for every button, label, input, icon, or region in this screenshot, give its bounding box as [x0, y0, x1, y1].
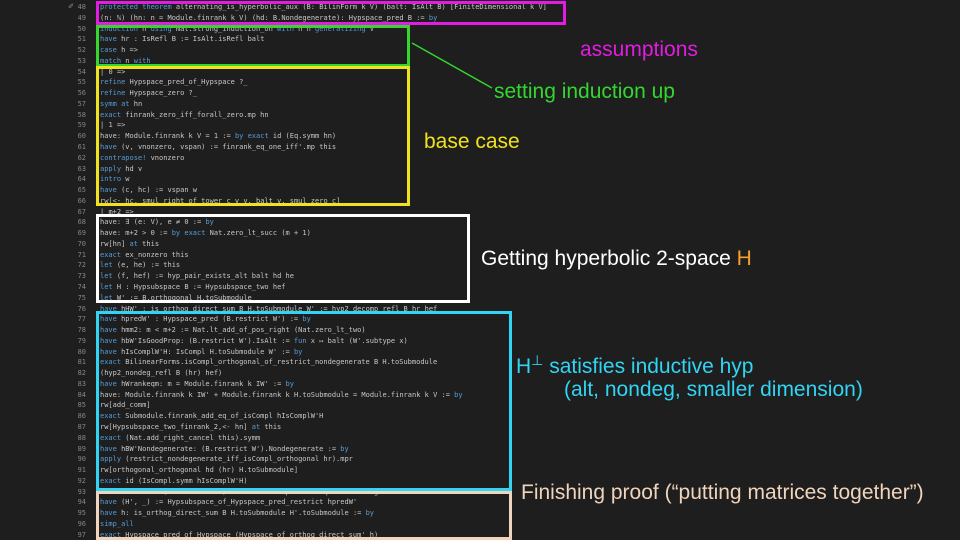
- line-number: 82: [77, 369, 86, 378]
- line-number: 84: [77, 390, 86, 399]
- proving-H-symbol: H: [516, 355, 532, 378]
- line-number: 85: [77, 401, 86, 410]
- line-number: 80: [77, 347, 86, 356]
- proving-annotation-text: satisfies inductive hyp: [543, 355, 754, 378]
- line-number: 61: [77, 143, 86, 151]
- line-number: 65: [77, 186, 86, 195]
- line-number: 56: [77, 89, 86, 98]
- line-number: 48: [77, 3, 86, 11]
- line-number: 67: [77, 207, 86, 216]
- hyperbolic-annotation-text: Getting hyperbolic 2-space: [481, 247, 737, 270]
- hyperbolic-box: [96, 214, 470, 303]
- assumptions-annotation: assumptions: [580, 38, 698, 61]
- base-case-box: [96, 66, 410, 206]
- line-number: 92: [77, 476, 86, 485]
- line-number: 72: [77, 261, 86, 270]
- induction-box: [96, 25, 410, 67]
- line-number: 90: [77, 455, 86, 464]
- line-number: 79: [77, 336, 86, 345]
- line-number: 91: [77, 466, 86, 475]
- line-number: 53: [77, 56, 86, 65]
- hyperbolic-H-symbol: H: [736, 247, 752, 270]
- perp-symbol: ⊥: [531, 352, 544, 368]
- line-number: 86: [77, 412, 86, 421]
- line-number: 66: [77, 196, 86, 205]
- line-number: 81: [77, 358, 86, 367]
- line-number: 50: [77, 24, 86, 33]
- line-number: 52: [77, 46, 86, 55]
- line-number: 59: [77, 121, 86, 130]
- line-number: 97: [77, 530, 86, 539]
- line-number: 73: [77, 272, 86, 281]
- line-number: 94: [77, 498, 86, 507]
- line-number: 89: [77, 444, 86, 453]
- line-number: 68: [77, 218, 86, 227]
- line-number: 96: [77, 519, 86, 528]
- line-number: 51: [77, 35, 86, 44]
- line-number: 70: [77, 239, 86, 248]
- proving-box: [96, 311, 512, 491]
- line-number: 64: [77, 175, 86, 184]
- line-number: 87: [77, 423, 86, 432]
- line-number: 55: [77, 78, 86, 87]
- line-number: 58: [77, 110, 86, 119]
- line-number: 62: [77, 153, 86, 162]
- line-number: 60: [77, 132, 86, 141]
- proving-annotation-line2: (alt, nondeg, smaller dimension): [564, 378, 863, 401]
- line-number: 93: [77, 487, 86, 496]
- line-number: 83: [77, 379, 86, 388]
- line-number: 63: [77, 164, 86, 173]
- finishing-annotation: Finishing proof (“putting matrices toget…: [521, 481, 924, 504]
- line-number: 71: [77, 250, 86, 259]
- line-number: 74: [77, 283, 86, 292]
- line-number: 77: [77, 315, 86, 324]
- base-case-annotation: base case: [424, 130, 520, 153]
- line-number: 88: [77, 433, 86, 442]
- line-number: 76: [77, 304, 86, 313]
- line-number: 54: [77, 67, 86, 76]
- line-number: 49: [77, 13, 86, 22]
- hyperbolic-annotation: Getting hyperbolic 2-space H: [481, 245, 752, 272]
- induction-annotation: setting induction up: [494, 80, 675, 103]
- line-number: 78: [77, 326, 86, 335]
- assumptions-box: [96, 1, 566, 25]
- line-number: 69: [77, 229, 86, 238]
- finishing-box: [96, 491, 512, 540]
- line-number: 57: [77, 99, 86, 108]
- line-number: 75: [77, 293, 86, 302]
- line-number: 95: [77, 509, 86, 518]
